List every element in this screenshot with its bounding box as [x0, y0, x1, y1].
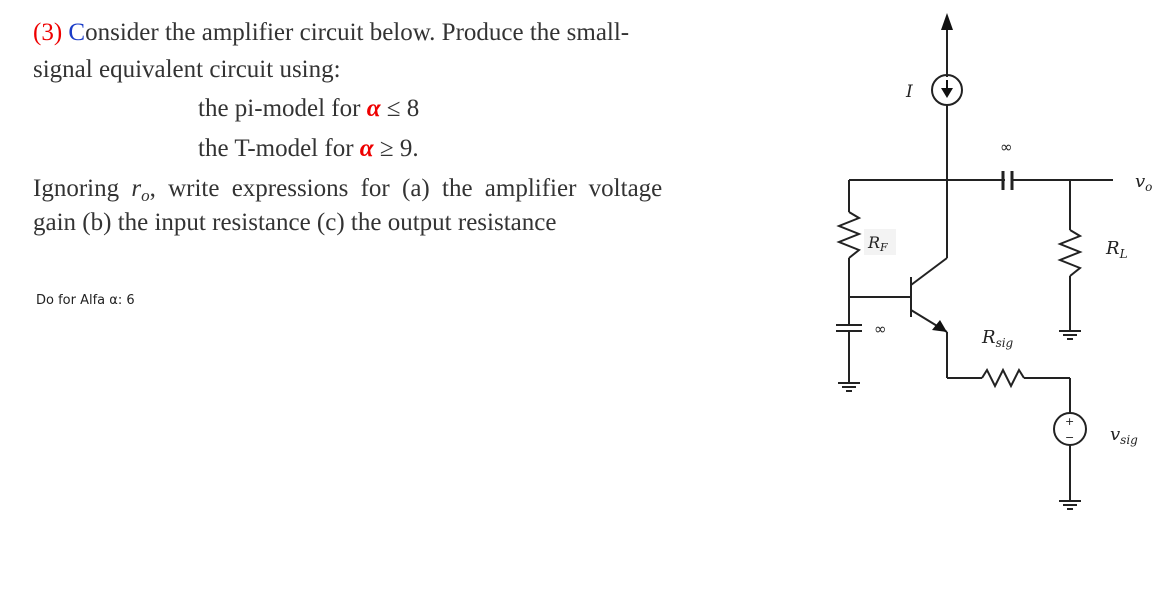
- rsig-subscript: sig: [996, 336, 1014, 350]
- rsig-resistor-icon: [981, 367, 1025, 389]
- rl-label: RL: [1105, 238, 1128, 261]
- minus-sign: −: [1065, 431, 1074, 444]
- rl-symbol: R: [1105, 238, 1120, 259]
- rf-resistor-icon: [836, 211, 862, 259]
- amplifier-circuit-diagram: I ∞ ∞ vo RF RL Rsig vsig + −: [836, 13, 1152, 510]
- output-voltage-label: vo: [1135, 171, 1152, 194]
- current-source-label: I: [905, 82, 913, 102]
- emitter-arrow-icon: [932, 320, 947, 332]
- arrow-up-icon: [941, 13, 953, 30]
- rf-subscript: F: [879, 241, 888, 254]
- rsig-label: Rsig: [981, 327, 1014, 350]
- vsig-symbol: v: [1110, 424, 1120, 445]
- output-voltage-symbol: v: [1135, 171, 1145, 192]
- ground-icon: [1059, 500, 1081, 510]
- ground-icon: [838, 382, 860, 392]
- rl-resistor-icon: [1057, 229, 1083, 277]
- vsig-subscript: sig: [1120, 433, 1138, 447]
- top-capacitor-label: ∞: [1000, 138, 1013, 156]
- bottom-capacitor-label: ∞: [874, 320, 887, 338]
- ground-icon: [1059, 330, 1081, 340]
- rf-symbol: R: [867, 233, 880, 252]
- rsig-symbol: R: [981, 327, 996, 348]
- output-voltage-subscript: o: [1145, 180, 1152, 194]
- vsig-label: vsig: [1110, 424, 1138, 447]
- plus-sign: +: [1065, 415, 1074, 428]
- transistor-collector: [910, 257, 948, 286]
- rl-subscript: L: [1119, 247, 1128, 261]
- top-capacitor-icon: [1001, 171, 1014, 190]
